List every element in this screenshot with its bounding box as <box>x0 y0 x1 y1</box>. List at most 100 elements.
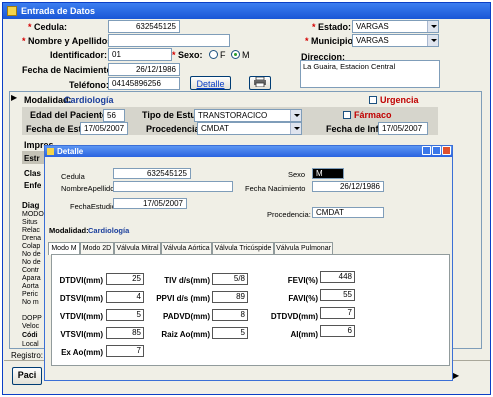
minimize-icon[interactable] <box>422 146 431 155</box>
dialog-app-icon <box>47 148 54 155</box>
dlg-nombre-label: NombreApellidos <box>61 184 119 193</box>
dlg-sexo-label: Sexo <box>288 170 306 179</box>
measure-input[interactable]: 5/8 <box>212 273 248 285</box>
list-item: Situs <box>22 219 38 226</box>
dlg-fecha-nac-input[interactable]: 26/12/1986 <box>312 181 384 192</box>
measure-label: PPVI d/s (mm) <box>156 294 210 303</box>
measure-label: DTDVI(mm) <box>59 276 103 285</box>
measure-input[interactable]: 7 <box>106 345 144 357</box>
measure-input[interactable]: 89 <box>212 291 248 303</box>
tipo-estudio-select[interactable]: TRANSTORACICO <box>194 109 302 122</box>
dlg-procedencia-label: Procedencia: <box>267 210 311 219</box>
farmaco-label: Fármaco <box>354 110 392 120</box>
tab-valvula-tricuspide[interactable]: Válvula Tricúspide <box>212 242 274 254</box>
list-item: No de <box>22 259 41 266</box>
measure-input[interactable]: 55 <box>320 289 355 301</box>
fecha-inf-label: Fecha de Inf: <box>326 124 382 134</box>
direccion-textarea[interactable]: La Guaira, Estacion Central <box>300 60 440 88</box>
dlg-fecha-est-input[interactable]: 17/05/2007 <box>113 198 187 209</box>
farmaco-checkbox[interactable] <box>343 111 351 119</box>
dlg-modalidad-value: Cardiología <box>88 226 130 235</box>
window-titlebar: Entrada de Datos <box>3 3 490 19</box>
sexo-m-radio[interactable] <box>231 50 240 59</box>
measure-input[interactable]: 448 <box>320 271 355 283</box>
measure-input[interactable]: 5 <box>212 327 248 339</box>
sidebar-item-diag: Diag <box>22 201 40 210</box>
dlg-fecha-nac-label: Fecha Nacimiento <box>245 184 306 193</box>
measure-input[interactable]: 5 <box>106 309 144 321</box>
app-icon <box>7 6 17 16</box>
nav-next-icon[interactable]: ▶ <box>453 371 459 380</box>
measure-label: VTDVI(mm) <box>59 312 103 321</box>
measure-label: DTSVI(mm) <box>59 294 103 303</box>
measure-input[interactable]: 4 <box>106 291 144 303</box>
detalle-button[interactable]: Detalle <box>190 76 231 90</box>
sidebar-item-clas: Clas <box>24 169 41 178</box>
chevron-down-icon[interactable] <box>290 123 301 134</box>
tab-valvula-pulmonar[interactable]: Válvula Pulmonar <box>274 242 333 254</box>
close-icon[interactable] <box>442 146 451 155</box>
measure-label: AI(mm) <box>290 330 318 339</box>
maximize-icon[interactable] <box>432 146 441 155</box>
sexo-m-label: M <box>242 50 250 60</box>
record-selector-icon: ▶ <box>11 93 18 102</box>
chevron-down-icon[interactable] <box>427 21 438 32</box>
dialog-titlebar: Detalle <box>45 146 452 157</box>
pacientes-button[interactable]: Paci <box>12 367 42 385</box>
measure-label: PADVD(mm) <box>163 312 210 321</box>
modalidad-value: Cardiología <box>64 95 114 105</box>
measure-input[interactable]: 7 <box>320 307 355 319</box>
measure-input[interactable]: 85 <box>106 327 144 339</box>
municipio-label: * Municipio <box>305 36 354 46</box>
chevron-down-icon[interactable] <box>290 110 301 121</box>
list-item: Aorta <box>22 283 39 290</box>
measure-label: Ex Ao(mm) <box>61 348 103 357</box>
registro-label: Registro: <box>11 351 44 360</box>
nombre-label: * Nombre y Apellidos: <box>22 36 116 46</box>
fecha-est-input[interactable]: 17/05/2007 <box>80 122 128 135</box>
measure-label: FEVI(%) <box>287 276 318 285</box>
telefono-input[interactable]: 04145896256 <box>108 77 180 90</box>
print-button[interactable] <box>249 76 271 90</box>
fecha-nac-label: Fecha de Nacimiento: <box>22 65 116 75</box>
list-item: Colap <box>22 243 41 250</box>
tab-valvula-mitral[interactable]: Válvula Mitral <box>114 242 161 254</box>
measure-input[interactable]: 6 <box>320 325 355 337</box>
fecha-nac-input[interactable]: 26/12/1986 <box>108 63 180 76</box>
list-item: Contr <box>22 267 40 274</box>
tab-valvula-aortica[interactable]: Válvula Aórtica <box>161 242 212 254</box>
identificador-input[interactable]: 01 <box>108 48 172 61</box>
sexo-f-radio[interactable] <box>209 50 218 59</box>
cedula-input[interactable]: 632545125 <box>108 20 180 33</box>
measure-input[interactable]: 25 <box>106 273 144 285</box>
sexo-label: * Sexo: <box>172 50 203 60</box>
list-item: No de <box>22 251 41 258</box>
nombre-input[interactable] <box>108 34 230 47</box>
estado-select[interactable]: VARGAS <box>352 20 439 33</box>
dlg-procedencia-input[interactable]: CMDAT <box>312 207 384 218</box>
telefono-label: Teléfono: <box>69 80 109 90</box>
list-item: Apara <box>22 275 41 282</box>
list-item: MODO <box>22 211 44 218</box>
measure-label: DTDVD(mm) <box>270 312 318 321</box>
fecha-est-label: Fecha de Est: <box>26 124 85 134</box>
fecha-inf-input[interactable]: 17/05/2007 <box>378 122 428 135</box>
list-item: DOPP <box>22 315 42 322</box>
window-title: Entrada de Datos <box>21 6 96 16</box>
measure-input[interactable]: 8 <box>212 309 248 321</box>
edad-input[interactable]: 56 <box>103 109 125 122</box>
list-item: No m <box>22 299 39 306</box>
sidebar-tab-estr: Estr <box>24 154 40 163</box>
dlg-sexo-select[interactable]: M <box>312 168 344 179</box>
dlg-cedula-input[interactable]: 632545125 <box>113 168 191 179</box>
dlg-fecha-est-label: FechaEstudio: <box>70 202 118 211</box>
municipio-select[interactable]: VARGAS <box>352 34 439 47</box>
list-item: Drena <box>22 235 42 242</box>
chevron-down-icon[interactable] <box>427 35 438 46</box>
dlg-nombre-input[interactable] <box>113 181 233 192</box>
procedencia-label: Procedencia: <box>146 124 203 134</box>
urgencia-checkbox[interactable] <box>369 96 377 104</box>
tab-modo-2d[interactable]: Modo 2D <box>80 242 114 254</box>
list-item: Relac <box>22 227 40 234</box>
procedencia-select[interactable]: CMDAT <box>197 122 302 135</box>
